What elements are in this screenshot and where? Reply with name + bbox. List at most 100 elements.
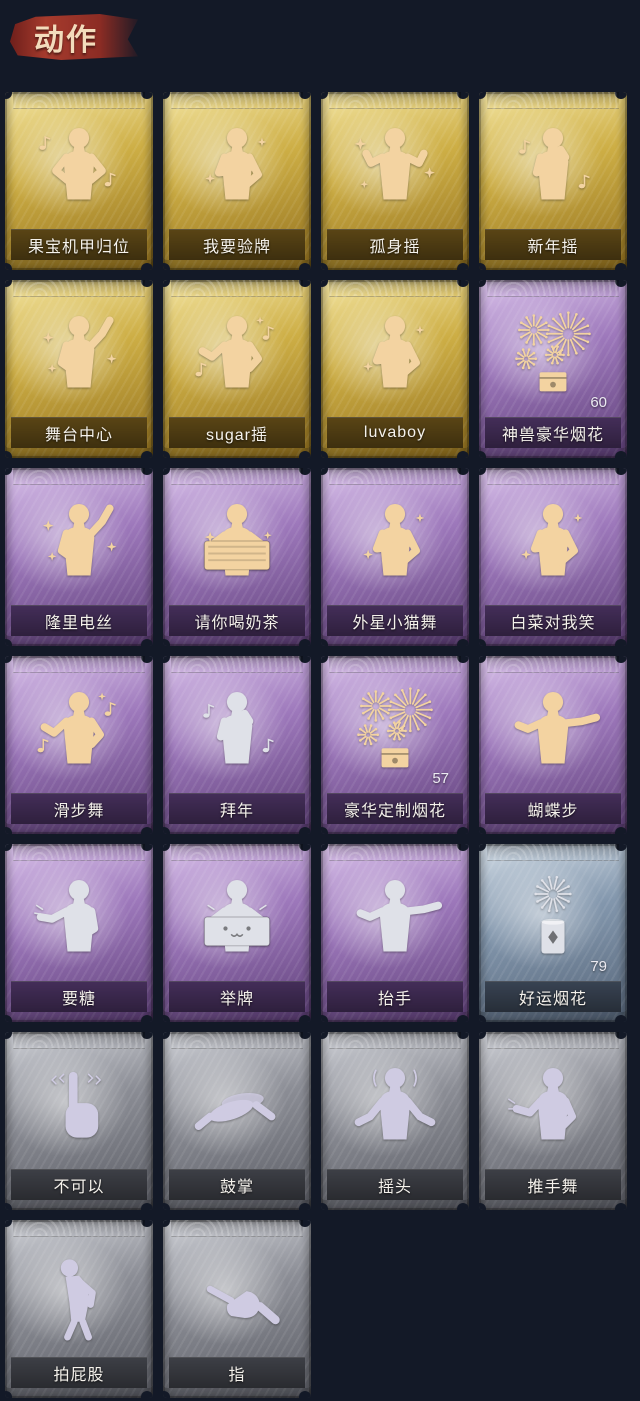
- emote-card[interactable]: 隆里电丝: [5, 468, 153, 646]
- emote-label: 孤身摇: [369, 239, 421, 256]
- side-sway-figure-icon: [31, 681, 127, 777]
- emote-card[interactable]: 我要验牌: [163, 92, 311, 270]
- emote-grid: 果宝机甲归位 我要验牌 孤身摇 新年摇舞台中心 sugar摇 luvaboy 60 神兽豪华烟…: [5, 92, 627, 1398]
- raised-arm-figure-icon: [31, 305, 127, 401]
- emote-label-band: 隆里电丝: [11, 605, 147, 636]
- card-top-ornament: [487, 656, 619, 673]
- bending-figure-icon: [31, 1245, 127, 1341]
- emote-card[interactable]: 孤身摇: [321, 92, 469, 270]
- emote-card[interactable]: 不可以: [5, 1032, 153, 1210]
- sway-figure-icon: [347, 117, 443, 213]
- sign-figure-icon: [189, 493, 285, 589]
- emote-label: 要糖: [61, 991, 96, 1008]
- emote-label-band: 推手舞: [485, 1169, 621, 1200]
- card-top-ornament: [13, 280, 145, 297]
- emote-card[interactable]: 新年摇: [479, 92, 627, 270]
- card-top-ornament: [487, 844, 619, 861]
- emote-label: 果宝机甲归位: [27, 239, 130, 256]
- emote-label-band: 新年摇: [485, 229, 621, 260]
- emote-card[interactable]: 57 豪华定制烟花: [321, 656, 469, 834]
- emote-card[interactable]: 要糖: [5, 844, 153, 1022]
- emote-card[interactable]: sugar摇: [163, 280, 311, 458]
- emote-card[interactable]: 白菜对我笑: [479, 468, 627, 646]
- clapping-hands-icon: [189, 1057, 285, 1153]
- card-top-ornament: [13, 656, 145, 673]
- emote-card[interactable]: 60 神兽豪华烟花: [479, 280, 627, 458]
- card-top-ornament: [171, 92, 303, 109]
- emote-card[interactable]: 鼓掌: [163, 1032, 311, 1210]
- emote-card[interactable]: 蝴蝶步: [479, 656, 627, 834]
- finger-wag-icon: [31, 1057, 127, 1153]
- card-top-ornament: [329, 280, 461, 297]
- emote-card[interactable]: 滑步舞: [5, 656, 153, 834]
- card-top-ornament: [171, 844, 303, 861]
- emote-label: 请你喝奶茶: [194, 615, 280, 632]
- push-hand-figure-icon: [505, 1057, 601, 1153]
- emote-card[interactable]: 摇头: [321, 1032, 469, 1210]
- card-top-ornament: [171, 656, 303, 673]
- emote-label-band: 指: [169, 1357, 305, 1388]
- emote-label: 好运烟花: [518, 991, 587, 1008]
- emote-card[interactable]: 外星小猫舞: [321, 468, 469, 646]
- card-top-ornament: [329, 844, 461, 861]
- emote-label: 隆里电丝: [44, 615, 113, 632]
- page-title: 动作: [34, 24, 98, 57]
- emote-label-band: 好运烟花: [485, 981, 621, 1012]
- emote-label-band: luvaboy: [327, 417, 463, 448]
- card-top-ornament: [171, 468, 303, 485]
- emote-label: luvaboy: [363, 424, 427, 441]
- emote-label: 指: [228, 1367, 246, 1384]
- item-count: 60: [590, 394, 607, 411]
- emote-label: 新年摇: [527, 239, 579, 256]
- card-top-ornament: [13, 468, 145, 485]
- emote-label: 推手舞: [527, 1179, 579, 1196]
- emote-card[interactable]: 推手舞: [479, 1032, 627, 1210]
- emote-label-band: 神兽豪华烟花: [485, 417, 621, 448]
- emote-label: 拜年: [219, 803, 254, 820]
- emote-label-band: 抬手: [327, 981, 463, 1012]
- emote-label: 豪华定制烟花: [343, 803, 446, 820]
- clasped-hands-figure-icon: [505, 117, 601, 213]
- head-shake-figure-icon: [347, 1057, 443, 1153]
- firework-can-icon: [505, 869, 601, 965]
- emote-card[interactable]: 指: [163, 1220, 311, 1398]
- emote-card[interactable]: 请你喝奶茶: [163, 468, 311, 646]
- emote-card[interactable]: 79 好运烟花: [479, 844, 627, 1022]
- arm-across-figure-icon: [189, 117, 285, 213]
- emote-card[interactable]: 拜年: [163, 656, 311, 834]
- emote-label: 摇头: [377, 1179, 412, 1196]
- arm-across-figure-icon: [505, 493, 601, 589]
- emote-card[interactable]: 果宝机甲归位: [5, 92, 153, 270]
- emote-label: 不可以: [53, 1179, 105, 1196]
- emote-label: 拍屁股: [53, 1367, 105, 1384]
- emote-label: 外星小猫舞: [352, 615, 438, 632]
- card-top-ornament: [13, 1032, 145, 1049]
- outstretched-arm-figure-icon: [347, 869, 443, 965]
- clasped-hands-figure-icon: [189, 681, 285, 777]
- emote-label-band: 滑步舞: [11, 793, 147, 824]
- card-top-ornament: [13, 92, 145, 109]
- emote-label-band: 鼓掌: [169, 1169, 305, 1200]
- fireworks-box-icon: [505, 305, 601, 401]
- card-top-ornament: [487, 92, 619, 109]
- emote-label: 鼓掌: [219, 1179, 254, 1196]
- emote-label: 我要验牌: [202, 239, 271, 256]
- emote-label-band: 白菜对我笑: [485, 605, 621, 636]
- card-top-ornament: [171, 1032, 303, 1049]
- emote-card[interactable]: 拍屁股: [5, 1220, 153, 1398]
- emote-card[interactable]: 抬手: [321, 844, 469, 1022]
- emote-label-band: 外星小猫舞: [327, 605, 463, 636]
- emote-card[interactable]: luvaboy: [321, 280, 469, 458]
- emote-label: 举牌: [219, 991, 254, 1008]
- emote-card[interactable]: 举牌: [163, 844, 311, 1022]
- emote-label-band: 拜年: [169, 793, 305, 824]
- emote-label: 舞台中心: [44, 427, 113, 444]
- emote-label: sugar摇: [205, 427, 269, 444]
- emote-card[interactable]: 舞台中心: [5, 280, 153, 458]
- emote-label-band: 不可以: [11, 1169, 147, 1200]
- emote-label-band: 孤身摇: [327, 229, 463, 260]
- emote-label-band: 摇头: [327, 1169, 463, 1200]
- emote-label: 白菜对我笑: [510, 615, 596, 632]
- emote-label: 滑步舞: [53, 803, 105, 820]
- pointing-hand-icon: [189, 1245, 285, 1341]
